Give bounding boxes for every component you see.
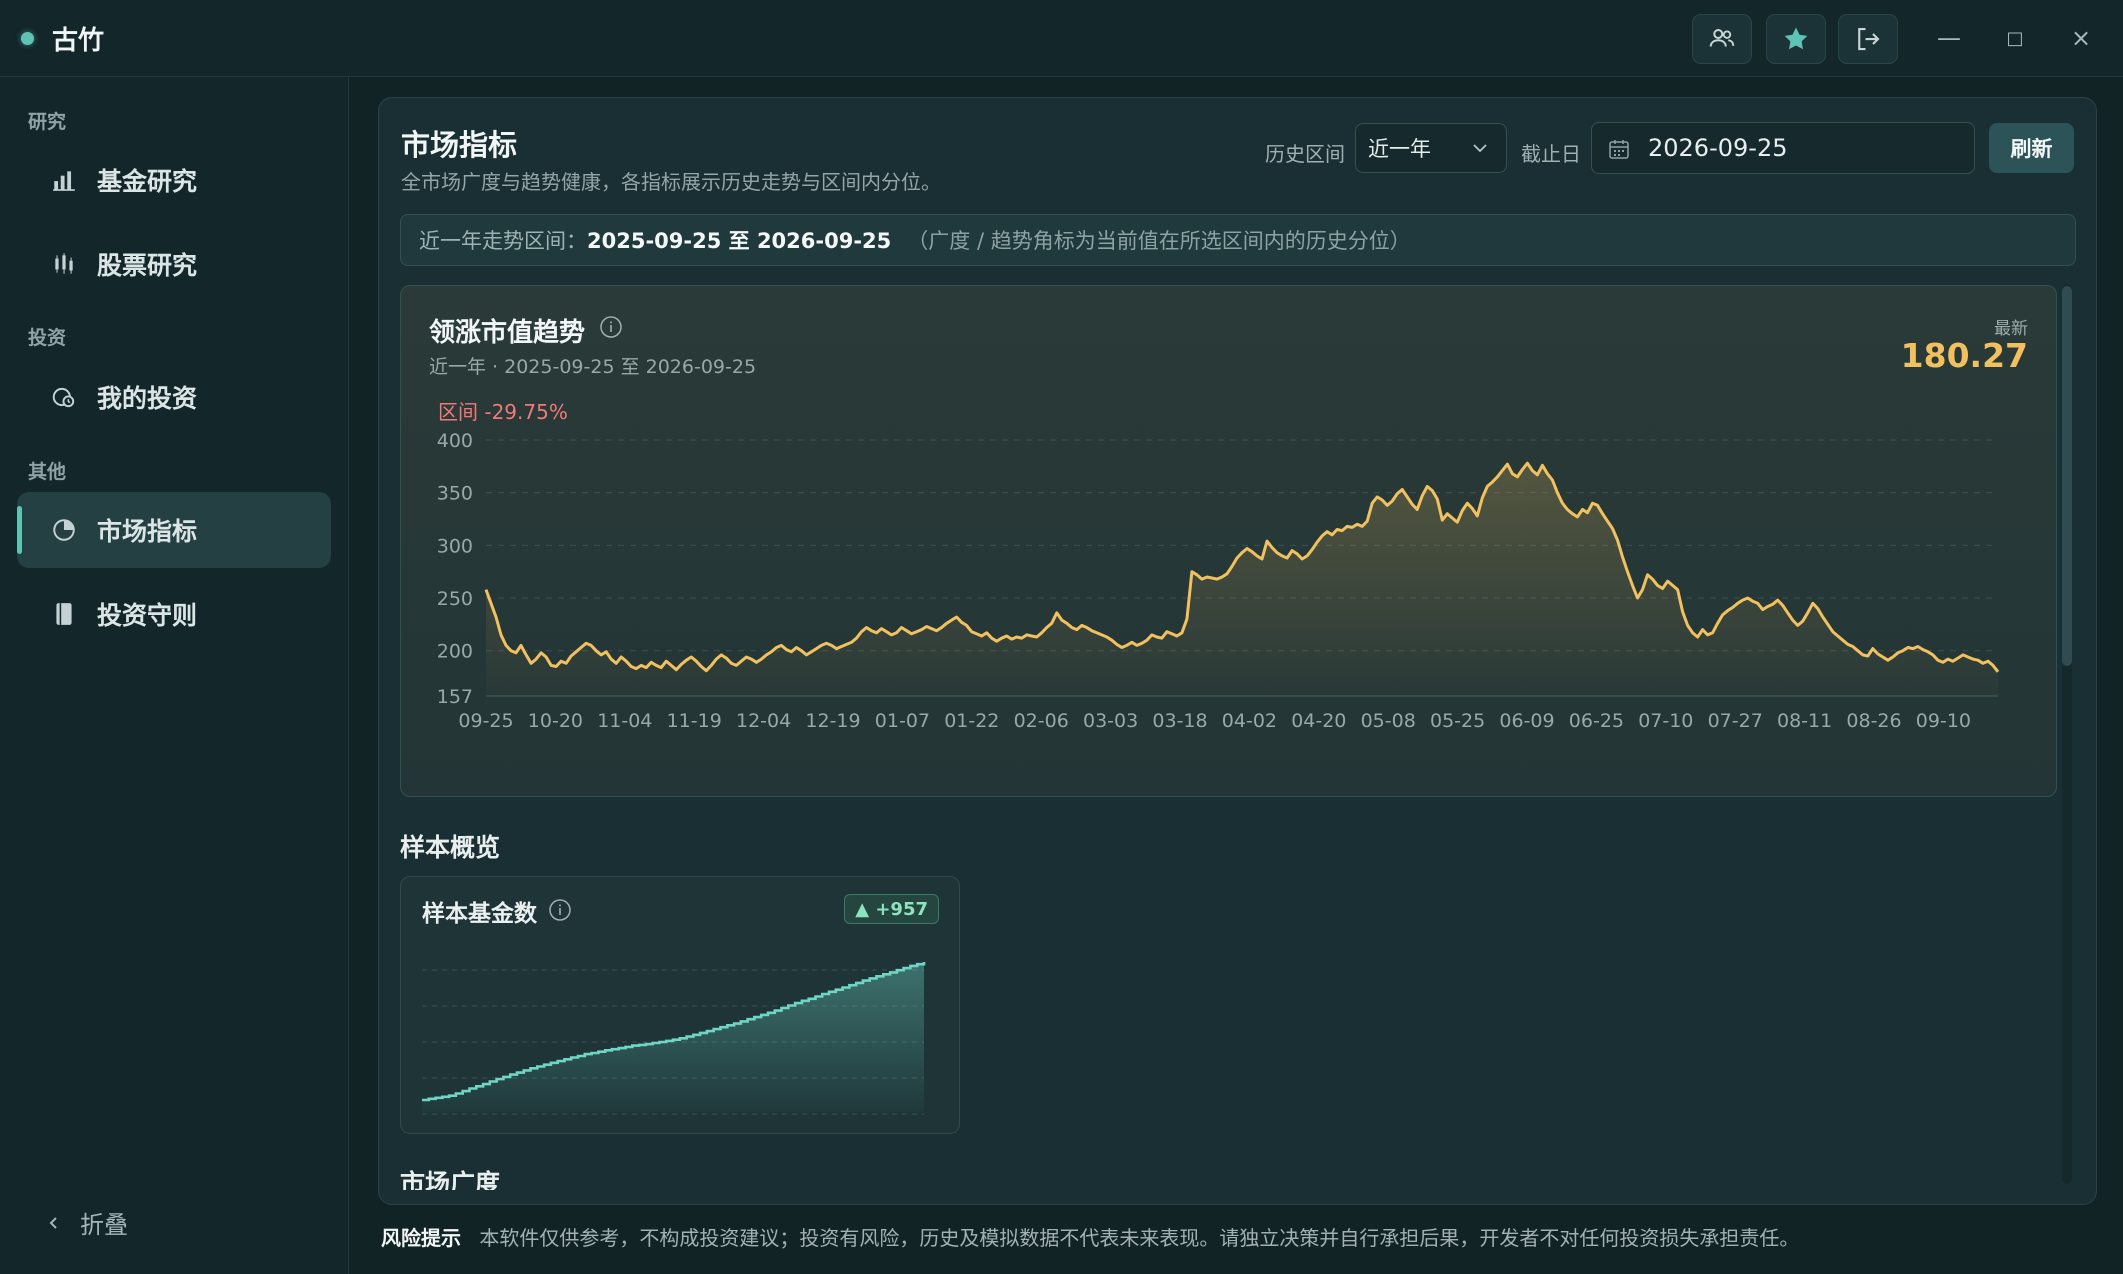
range-value: 2025-09-25 至 2026-09-25 xyxy=(587,229,892,253)
star-icon xyxy=(1784,27,1808,50)
sidebar-group-invest: 投资 xyxy=(28,327,67,349)
logout-button[interactable] xyxy=(1838,14,1898,64)
x-tick-label: 03-03 xyxy=(1083,710,1138,732)
y-tick-label: 200 xyxy=(437,641,473,663)
x-tick-label: 01-07 xyxy=(875,710,930,732)
history-range-select[interactable]: 近一年 xyxy=(1355,123,1507,173)
sidebar-item-my-investments[interactable]: 我的投资 xyxy=(17,359,331,435)
y-tick-label: 250 xyxy=(437,588,473,610)
range-info-bar: 近一年走势区间： 2025-09-25 至 2026-09-25 （广度 / 趋… xyxy=(400,214,2076,266)
book-icon xyxy=(50,600,78,628)
sample-change-badge: ▲ +957 xyxy=(844,894,939,924)
x-tick-label: 07-10 xyxy=(1638,710,1693,732)
candlestick-icon xyxy=(50,250,78,278)
x-tick-label: 12-04 xyxy=(736,710,791,732)
title-bar: 古竹 — □ × xyxy=(0,0,2123,77)
info-icon[interactable] xyxy=(548,898,572,922)
latest-value: 180.27 xyxy=(1900,336,2028,375)
sidebar-item-investment-rules[interactable]: 投资守则 xyxy=(17,576,331,652)
breadth-section-title: 市场广度 xyxy=(400,1169,501,1190)
bar-chart-icon xyxy=(50,166,78,194)
sidebar-item-label: 基金研究 xyxy=(97,167,198,196)
sample-fund-count-card: 样本基金数 ▲ +957 xyxy=(400,876,960,1134)
x-tick-label: 12-19 xyxy=(805,710,860,732)
page-title: 市场指标 xyxy=(401,128,518,162)
x-tick-label: 03-18 xyxy=(1152,710,1207,732)
users-button[interactable] xyxy=(1692,14,1752,64)
sample-card-title: 样本基金数 xyxy=(422,901,537,927)
x-tick-label: 10-20 xyxy=(528,710,583,732)
x-tick-label: 04-20 xyxy=(1291,710,1346,732)
sidebar-item-fund-research[interactable]: 基金研究 xyxy=(17,142,331,218)
range-change: 区间 -29.75% xyxy=(438,400,568,424)
range-label: 近一年走势区间： xyxy=(419,229,587,253)
risk-disclaimer: 风险提示 本软件仅供参考，不构成投资建议；投资有风险，历史及模拟数据不代表未来表… xyxy=(381,1222,1799,1251)
history-range-value: 近一年 xyxy=(1368,137,1431,161)
sample-section-title: 样本概览 xyxy=(400,833,501,862)
y-tick-label: 350 xyxy=(437,483,473,505)
sidebar-item-market-indicators[interactable]: 市场指标 xyxy=(17,492,331,568)
portfolio-icon xyxy=(50,383,78,411)
sidebar-item-label: 市场指标 xyxy=(97,517,198,546)
cutoff-date-input[interactable]: 2026-09-25 xyxy=(1591,122,1975,174)
app-logo-icon xyxy=(21,32,34,45)
calendar-icon xyxy=(1609,140,1629,159)
sidebar-group-other: 其他 xyxy=(28,461,67,483)
x-tick-label: 01-22 xyxy=(944,710,999,732)
x-tick-label: 05-25 xyxy=(1430,710,1485,732)
main-panel: 市场指标 全市场广度与趋势健康，各指标展示历史走势与区间内分位。 历史区间 近一… xyxy=(378,97,2097,1205)
sidebar-item-label: 股票研究 xyxy=(97,251,198,280)
x-tick-label: 11-04 xyxy=(597,710,652,732)
maximize-button[interactable]: □ xyxy=(1990,18,2040,58)
risk-title: 风险提示 xyxy=(381,1226,461,1250)
info-icon[interactable] xyxy=(599,315,623,339)
sidebar-group-research: 研究 xyxy=(28,111,67,133)
x-tick-label: 06-09 xyxy=(1499,710,1554,732)
app-name: 古竹 xyxy=(52,26,105,56)
sidebar: 研究 基金研究 股票研究 投资 我的投资 其他 市场指标 投资守则 折叠 xyxy=(0,77,349,1274)
trend-card-leading-market-cap: 400 350 300 250 200 157 09-25 10-20 11-04 11-19 12… xyxy=(400,285,2057,797)
y-tick-label: 300 xyxy=(437,535,473,557)
sidebar-item-label: 投资守则 xyxy=(97,601,198,630)
x-tick-label: 09-10 xyxy=(1916,710,1971,732)
trend-card-subtitle: 近一年 · 2025-09-25 至 2026-09-25 xyxy=(429,356,757,378)
favorites-button[interactable] xyxy=(1766,14,1826,64)
trend-area xyxy=(486,463,1998,696)
scrollbar-thumb[interactable] xyxy=(2062,286,2072,666)
collapse-label: 折叠 xyxy=(80,1211,128,1239)
close-button[interactable]: × xyxy=(2056,18,2106,58)
range-note: （广度 / 趋势角标为当前值在所选区间内的历史分位） xyxy=(907,229,1411,253)
x-tick-label: 07-27 xyxy=(1708,710,1763,732)
page-subtitle: 全市场广度与趋势健康，各指标展示历史走势与区间内分位。 xyxy=(401,170,941,194)
x-tick-label: 04-02 xyxy=(1222,710,1277,732)
users-icon xyxy=(1709,29,1735,47)
x-tick-label: 05-08 xyxy=(1361,710,1416,732)
y-tick-label: 157 xyxy=(437,686,473,708)
cutoff-date-label: 截止日 xyxy=(1521,142,1581,166)
x-tick-label: 08-26 xyxy=(1846,710,1901,732)
chevron-down-icon xyxy=(1473,144,1487,153)
pie-chart-icon xyxy=(50,516,78,544)
collapse-sidebar-button[interactable]: 折叠 xyxy=(46,1205,128,1240)
logout-icon xyxy=(1858,27,1880,51)
x-tick-label: 06-25 xyxy=(1569,710,1624,732)
sidebar-item-stock-research[interactable]: 股票研究 xyxy=(17,226,331,302)
history-range-label: 历史区间 xyxy=(1265,142,1345,166)
trend-card-title: 领涨市值趋势 xyxy=(429,318,586,348)
minimize-button[interactable]: — xyxy=(1924,18,1974,58)
y-tick-label: 400 xyxy=(437,430,473,452)
x-tick-label: 02-06 xyxy=(1014,710,1069,732)
x-tick-label: 11-19 xyxy=(667,710,722,732)
x-tick-label: 09-25 xyxy=(458,710,513,732)
chevron-left-icon xyxy=(46,1209,62,1237)
sidebar-item-label: 我的投资 xyxy=(97,384,198,413)
x-tick-label: 08-11 xyxy=(1777,710,1832,732)
cutoff-date-value: 2026-09-25 xyxy=(1648,134,1788,162)
refresh-button[interactable]: 刷新 xyxy=(1989,123,2074,173)
risk-text: 本软件仅供参考，不构成投资建议；投资有风险，历史及模拟数据不代表未来表现。请独立… xyxy=(479,1226,1800,1250)
